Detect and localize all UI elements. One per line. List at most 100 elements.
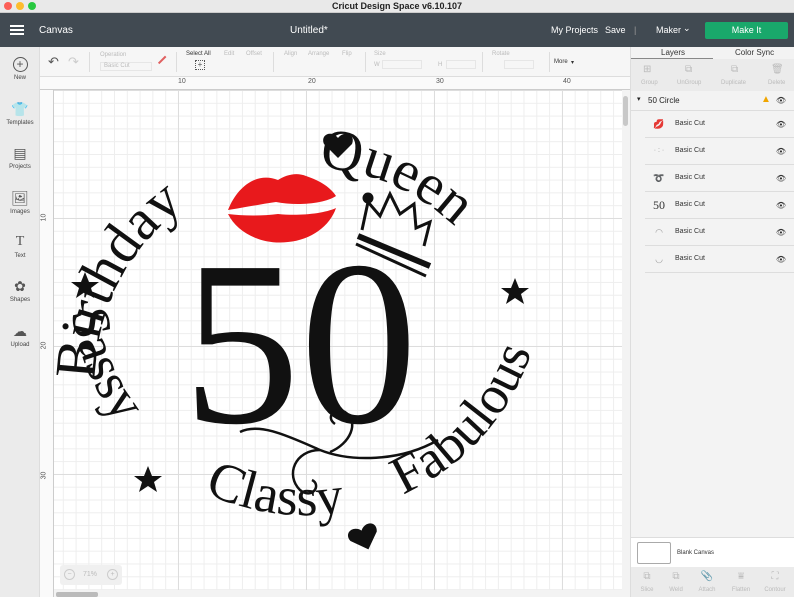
arrange-button[interactable]: Arrange [308,51,329,57]
trash-icon: 🗑 [771,64,784,75]
sidebar-item-shapes[interactable]: ✿ Shapes [0,278,40,303]
undo-icon[interactable]: ↶ [48,54,59,70]
warning-icon[interactable]: ▲ [761,94,771,105]
hamburger-menu-icon[interactable] [10,25,24,35]
eye-icon[interactable]: 👁 [776,255,786,264]
make-it-button[interactable]: Make It [705,22,788,39]
slice-button[interactable]: Slice [631,587,663,593]
ruler-label: 10 [178,78,186,85]
sidebar-item-templates[interactable]: 👕 Templates [0,101,40,126]
eye-icon[interactable]: 👁 [776,96,786,105]
rotate-label: Rotate [492,51,510,57]
tab-layers[interactable]: Layers [661,48,685,57]
sidebar-item-label: Templates [6,120,34,126]
weld-button[interactable]: Weld [660,587,692,593]
layer-row[interactable]: ◡ Basic Cut 👁 [645,246,794,273]
layer-label: Basic Cut [675,255,705,262]
width-label: W [374,62,380,68]
more-button[interactable]: More [554,59,568,65]
ungroup-button[interactable]: UnGroup [677,80,701,86]
layer-row[interactable]: 50 Basic Cut 👁 [645,192,794,219]
select-all-button[interactable]: Select All [186,51,211,57]
eye-icon[interactable]: 👁 [776,174,786,183]
ruler-label: 30 [436,78,444,85]
save-button[interactable]: Save [605,25,626,35]
flip-button[interactable]: Flip [342,51,352,57]
dots-thumbnail: · : · [653,147,665,154]
section-title: Canvas [39,25,73,36]
edit-button[interactable]: Edit [224,51,234,57]
contour-button[interactable]: Contour [759,587,791,593]
header-divider: | [634,25,637,35]
design-artwork[interactable]: Birthday Queen Sassy Classy Fabulous 50 [54,90,622,590]
sidebar-item-projects[interactable]: ▤ Projects [0,145,40,170]
number-50[interactable]: 50 [183,213,418,473]
zoom-out-button[interactable]: − [64,569,75,580]
chevron-down-icon[interactable]: ⌄ [683,23,691,34]
arc-text-bottom-1[interactable]: Sassy [59,302,158,431]
vertical-scrollbar[interactable] [622,90,630,597]
tab-color-sync[interactable]: Color Sync [735,48,774,57]
select-all-icon[interactable]: + [195,60,205,70]
lips-thumbnail: 💋 [653,119,665,129]
width-input[interactable] [382,60,422,69]
sidebar-item-new[interactable]: + New [0,57,40,81]
ruler-label: 40 [563,78,571,85]
height-input[interactable] [446,60,476,69]
slice-icon: ⧉ [643,571,651,582]
blank-canvas-label: Blank Canvas [677,550,715,556]
offset-button[interactable]: Offset [246,51,262,57]
design-canvas[interactable]: Birthday Queen Sassy Classy Fabulous 50 [54,90,622,590]
machine-select[interactable]: Maker [656,25,681,35]
scroll-thumb[interactable] [56,592,98,597]
caret-down-icon[interactable]: ▾ [637,95,641,103]
swirl-thumbnail: ➰ [653,173,665,183]
weld-icon: ⧉ [672,571,680,582]
duplicate-button[interactable]: Duplicate [721,80,746,86]
layer-row[interactable]: · : · Basic Cut 👁 [645,138,794,165]
flatten-button[interactable]: Flatten [725,587,757,593]
layer-label: Basic Cut [675,147,705,154]
layer-row[interactable]: ◠ Basic Cut 👁 [645,219,794,246]
eye-icon[interactable]: 👁 [776,147,786,156]
layer-row[interactable]: ➰ Basic Cut 👁 [645,165,794,192]
left-sidebar: + New 👕 Templates ▤ Projects 🖼 Images T Text … [0,47,40,597]
pen-color-swatch[interactable] [157,55,167,64]
canvas-swatch[interactable] [637,542,671,564]
sidebar-item-label: New [13,75,26,81]
eye-icon[interactable]: 👁 [776,201,786,210]
height-label: H [438,62,443,68]
group-icon: ⊞ [643,64,652,75]
group-button[interactable]: Group [641,80,658,86]
sidebar-item-images[interactable]: 🖼 Images [0,190,40,215]
delete-button[interactable]: Delete [768,80,785,86]
rotate-input[interactable] [504,60,534,69]
layer-row[interactable]: 💋 Basic Cut 👁 [645,111,794,138]
scroll-thumb[interactable] [623,96,628,126]
ruler-left: 10 20 30 [40,90,54,597]
operation-select[interactable]: Basic Cut [100,62,152,71]
align-button[interactable]: Align [284,51,297,57]
layer-group[interactable]: ▾ 50 Circle ▲ 👁 [631,91,794,111]
contour-icon: ⛶ [771,571,779,582]
horizontal-scrollbar[interactable] [54,590,622,597]
sidebar-item-label: Upload [10,342,30,348]
layer-label: Basic Cut [675,120,705,127]
text-icon: T [15,234,25,249]
attach-button[interactable]: Attach [691,587,723,593]
size-label: Size [374,51,386,57]
redo-icon[interactable]: ↷ [68,54,79,70]
document-title[interactable]: Untitled* [290,25,328,36]
ruler-label: 10 [40,213,48,222]
sidebar-item-upload[interactable]: ☁ Upload [0,323,40,348]
zoom-control: − 71% + [60,565,122,585]
fifty-thumbnail: 50 [653,198,665,212]
sidebar-item-label: Shapes [9,297,31,303]
eye-icon[interactable]: 👁 [776,120,786,129]
eye-icon[interactable]: 👁 [776,228,786,237]
group-name: 50 Circle [648,96,680,105]
sidebar-item-text[interactable]: T Text [0,234,40,259]
my-projects-link[interactable]: My Projects [551,25,598,35]
layers-panel: Layers Color Sync ⊞ Group ⧉ UnGroup ⧉ Dupli… [630,47,794,597]
zoom-in-button[interactable]: + [107,569,118,580]
